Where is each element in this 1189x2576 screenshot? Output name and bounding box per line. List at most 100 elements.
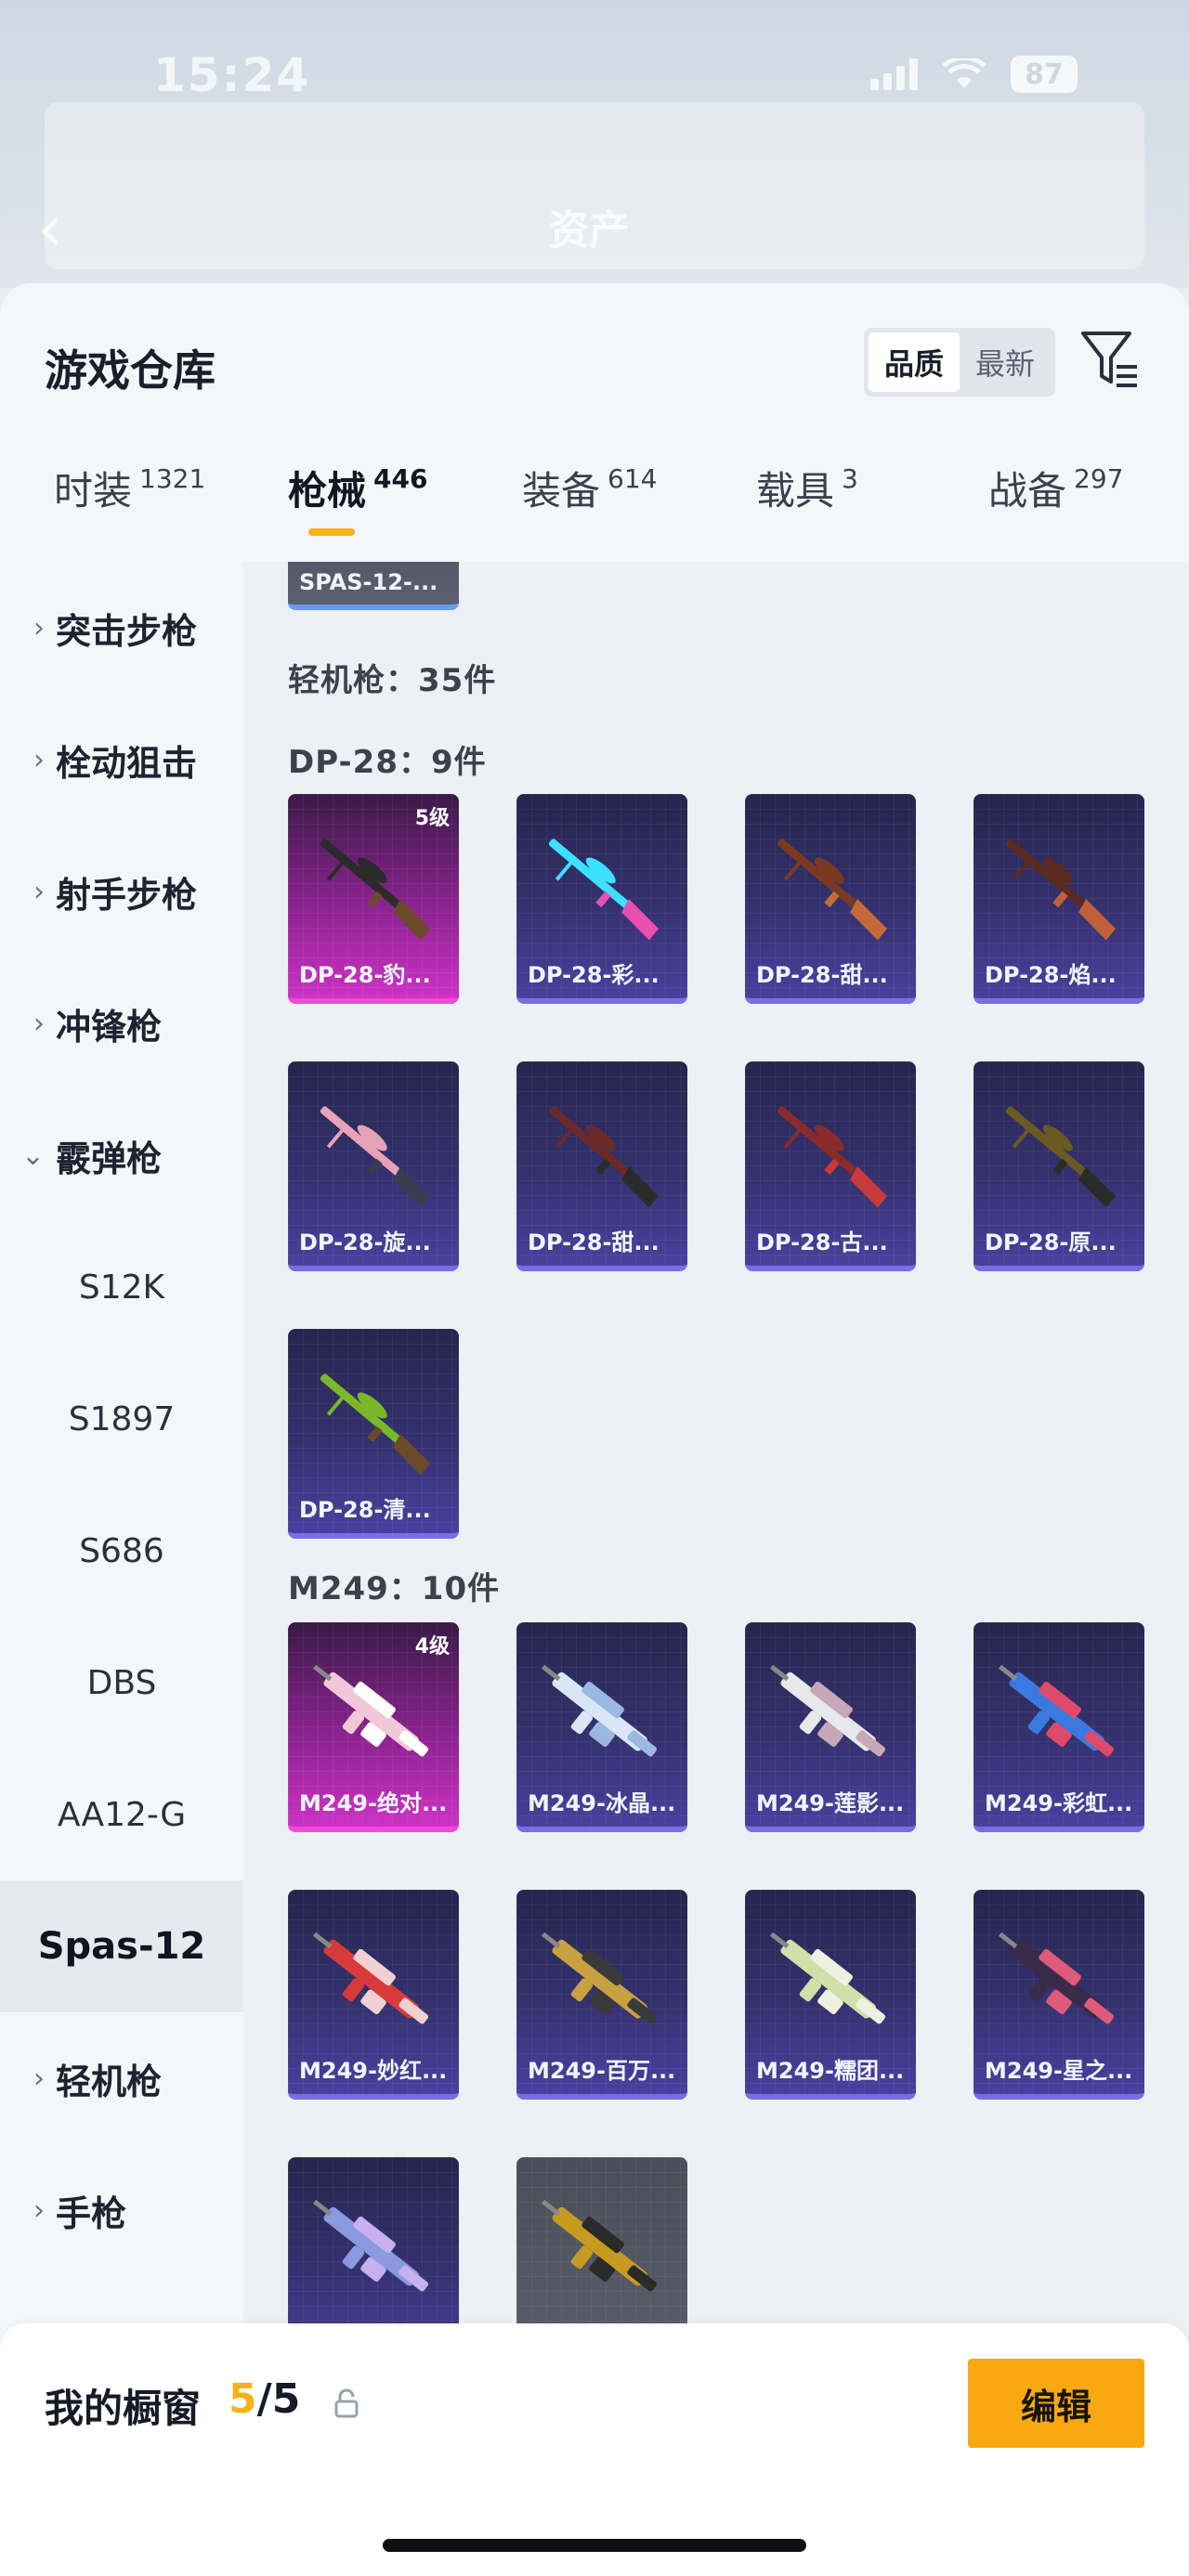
chevron-right-icon: › (33, 743, 45, 776)
wifi-icon (942, 55, 986, 90)
weapon-category-sidebar: › 突击步枪 › 栓动狙击 › 射手步枪 › 冲锋枪 ⌄ 霰弹枪 S12K S1… (0, 562, 243, 2576)
weapon-card[interactable]: M249-莲影... (745, 1622, 916, 1832)
tab-count: 297 (1074, 463, 1124, 494)
sidebar-item-lmgs[interactable]: › 轻机枪 (0, 2012, 243, 2144)
tab-label: 载具 (756, 468, 835, 514)
weapon-card[interactable]: DP-28-彩... (516, 794, 687, 1004)
group-heading-m249: M249：10件 (288, 1570, 501, 1607)
sidebar-item-label: 射手步枪 (56, 874, 198, 916)
weapon-card[interactable]: DP-28-甜... (516, 1061, 687, 1271)
status-and-header-background: 15:24 87 ‹ 资产 (0, 0, 1189, 288)
weapon-card[interactable]: DP-28-清... (288, 1329, 459, 1539)
sidebar-item-smgs[interactable]: › 冲锋枪 (0, 957, 243, 1089)
weapon-card-name: SPAS-12-... (299, 569, 438, 595)
sidebar-subitem-spas12[interactable]: Spas-12 (0, 1880, 243, 2012)
dp28-icon (320, 1106, 431, 1208)
tab-supplies[interactable]: 战备 297 (988, 460, 1123, 516)
sidebar-subitem-s1897[interactable]: S1897 (0, 1353, 243, 1485)
sidebar-item-shotguns[interactable]: ⌄ 霰弹枪 (0, 1089, 243, 1221)
weapon-card-name: M249-彩虹... (985, 1790, 1133, 1816)
m249-icon (541, 1664, 658, 1757)
sidebar-item-bolt-snipers[interactable]: › 栓动狙击 (0, 694, 243, 826)
weapon-card-name: M249-妙红... (299, 2058, 448, 2084)
showcase-label: 我的橱窗 (45, 2386, 202, 2431)
tab-count: 614 (608, 463, 658, 494)
m249-icon (312, 1932, 429, 2024)
weapon-level-badge: 5级 (414, 807, 450, 830)
sidebar-item-label: 霰弹枪 (56, 1138, 163, 1179)
dp28-icon (777, 839, 888, 941)
chevron-right-icon: › (33, 2062, 45, 2095)
sidebar-item-label: 栓动狙击 (56, 742, 198, 784)
weapon-card[interactable]: 4级 M249-绝对... (288, 1622, 459, 1832)
weapon-level-badge: 4级 (414, 1635, 450, 1659)
sidebar-subitem-dbs[interactable]: DBS (0, 1617, 243, 1749)
weapon-card[interactable]: SPAS-12-... (288, 562, 459, 610)
chevron-right-icon: › (33, 611, 45, 644)
m249-icon (312, 1664, 429, 1757)
tab-fashion[interactable]: 时装 1321 (54, 460, 205, 516)
dp28-icon (777, 1106, 888, 1208)
tab-label: 枪械 (288, 468, 367, 514)
weapon-card-name: DP-28-甜... (528, 1229, 660, 1255)
weapon-card-name: M249-百万... (528, 2058, 676, 2084)
edit-button[interactable]: 编辑 (968, 2359, 1144, 2448)
dp28-icon (548, 839, 660, 941)
weapon-card[interactable]: M249-糯团... (745, 1890, 916, 2100)
weapon-card[interactable]: M249-星之... (973, 1890, 1144, 2100)
sidebar-subitem-s12k[interactable]: S12K (0, 1221, 243, 1353)
weapon-card-name: M249-莲影... (756, 1790, 905, 1816)
weapon-card-name: DP-28-原... (985, 1229, 1117, 1255)
m249-icon (312, 2199, 429, 2292)
weapon-card-name: M249-糯团... (756, 2058, 905, 2084)
weapon-card[interactable]: DP-28-原... (973, 1061, 1144, 1271)
weapon-card-name: DP-28-古... (756, 1229, 888, 1255)
weapon-card[interactable]: 5级 DP-28-豹... (288, 794, 459, 1004)
weapon-card-name: DP-28-甜... (756, 962, 888, 988)
home-indicator (383, 2539, 806, 2552)
weapon-card-name: DP-28-彩... (528, 962, 660, 988)
dp28-icon (548, 1106, 660, 1208)
showcase-current: 5 (229, 2375, 257, 2423)
sort-toggle: 品质 最新 (864, 328, 1055, 397)
weapon-card[interactable]: DP-28-古... (745, 1061, 916, 1271)
weapon-card[interactable]: DP-28-旋... (288, 1061, 459, 1271)
signal-icon (870, 59, 918, 90)
lmg-summary: 轻机枪：35件 (288, 662, 497, 699)
sheet-title: 游戏仓库 (45, 345, 216, 396)
weapon-card-name: DP-28-清... (299, 1497, 431, 1523)
tab-label: 时装 (54, 468, 133, 514)
tab-vehicles[interactable]: 载具 3 (756, 460, 858, 516)
sidebar-subitem-s686[interactable]: S686 (0, 1485, 243, 1617)
sort-newest-button[interactable]: 最新 (960, 332, 1051, 392)
weapon-card[interactable]: M249-冰晶... (516, 1622, 687, 1832)
weapon-card-name: DP-28-豹... (299, 962, 431, 988)
m249-icon (541, 2199, 658, 2292)
showcase-count: 5/5 (229, 2375, 300, 2423)
sort-quality-button[interactable]: 品质 (869, 332, 960, 392)
dp28-icon (320, 839, 431, 941)
weapon-card[interactable]: M249-妙红... (288, 1890, 459, 2100)
m249-icon (769, 1664, 886, 1757)
tab-firearms[interactable]: 枪械 446 (288, 460, 427, 516)
tab-equipment[interactable]: 装备 614 (522, 460, 657, 516)
weapon-card[interactable]: M249-彩虹... (973, 1622, 1144, 1832)
dp28-icon (1005, 839, 1117, 941)
sidebar-item-pistols[interactable]: › 手枪 (0, 2144, 243, 2276)
dp28-icon (320, 1373, 431, 1476)
tab-label: 装备 (522, 468, 601, 514)
warehouse-sheet: 游戏仓库 品质 最新 时装 1321 枪械 446 装备 614 载具 3 战备 297 (0, 283, 1189, 2576)
weapon-card[interactable]: DP-28-焰... (973, 794, 1144, 1004)
sidebar-item-assault-rifles[interactable]: › 突击步枪 (0, 562, 243, 694)
filter-icon[interactable] (1079, 328, 1141, 393)
battery-icon: 87 (1011, 56, 1078, 93)
weapon-card[interactable]: M249-百万... (516, 1890, 687, 2100)
weapon-card[interactable]: DP-28-甜... (745, 794, 916, 1004)
tab-label: 战备 (988, 468, 1067, 514)
weapon-card-name: M249-星之... (985, 2058, 1133, 2084)
sidebar-item-marksman-rifles[interactable]: › 射手步枪 (0, 826, 243, 957)
group-heading-dp28: DP-28：9件 (288, 744, 487, 781)
sidebar-item-label: 冲锋枪 (56, 1006, 163, 1047)
back-icon[interactable]: ‹ (37, 190, 63, 267)
sidebar-subitem-aa12g[interactable]: AA12-G (0, 1749, 243, 1880)
